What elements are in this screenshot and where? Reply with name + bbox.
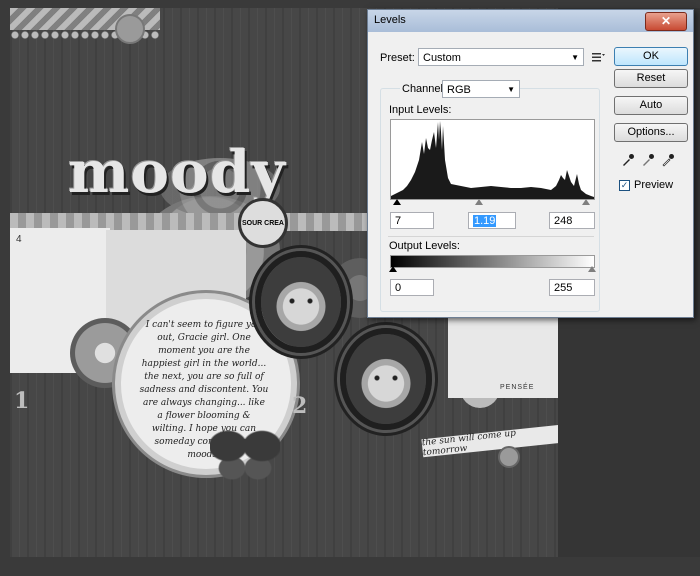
ok-button[interactable]: OK	[614, 47, 688, 66]
badge-text: SOUR CREA	[241, 219, 284, 227]
photo-detail	[289, 297, 313, 304]
chevron-down-icon: ▼	[507, 85, 515, 94]
close-icon: ✕	[660, 14, 672, 28]
output-black-slider[interactable]	[389, 266, 397, 272]
output-black-field[interactable]: 0	[390, 279, 434, 296]
black-eyedropper-icon[interactable]	[620, 152, 636, 168]
input-gamma-slider[interactable]	[475, 199, 483, 205]
input-levels-label: Input Levels:	[389, 104, 452, 116]
input-gamma-field[interactable]: 1.19	[468, 212, 516, 229]
auto-button[interactable]: Auto	[614, 96, 688, 115]
number-sticker: 1	[14, 388, 30, 414]
gray-eyedropper-icon[interactable]	[640, 152, 656, 168]
options-button[interactable]: Options...	[614, 123, 688, 142]
photo-detail	[374, 374, 398, 381]
preview-checkbox[interactable]: ✓	[619, 180, 630, 191]
levels-dialog[interactable]: Levels ✕ Preset: Custom ▼ OK Reset Auto …	[367, 9, 694, 318]
output-white-slider[interactable]	[588, 266, 596, 272]
output-black-value: 0	[395, 282, 402, 294]
input-white-field[interactable]: 248	[549, 212, 595, 229]
section-divider	[388, 236, 594, 237]
button-embellishment	[498, 446, 520, 468]
card-number: 4	[16, 234, 22, 245]
preset-select[interactable]: Custom ▼	[418, 48, 584, 66]
input-gamma-value: 1.19	[473, 215, 497, 227]
chevron-down-icon: ▼	[571, 53, 579, 62]
input-white-slider[interactable]	[582, 199, 590, 205]
channel-label: Channel:	[400, 83, 449, 95]
number-sticker: 2	[292, 393, 308, 419]
preset-options-icon[interactable]	[590, 49, 606, 65]
preset-value: Custom	[423, 52, 461, 64]
histogram-graph	[391, 121, 594, 199]
reset-button[interactable]: Reset	[614, 69, 688, 88]
channel-value: RGB	[447, 84, 471, 96]
decorative-button	[115, 14, 145, 44]
photo-frame	[340, 328, 432, 430]
card-caption: PENSÉE	[500, 384, 535, 391]
input-black-value: 7	[395, 215, 402, 227]
input-black-field[interactable]: 7	[390, 212, 434, 229]
dialog-titlebar[interactable]: Levels ✕	[368, 10, 693, 32]
preset-label: Preset:	[380, 52, 415, 64]
butterfly-embellishment	[210, 426, 280, 481]
channel-select[interactable]: RGB ▼	[442, 80, 520, 98]
title-word: moody	[68, 138, 286, 206]
output-levels-label: Output Levels:	[389, 240, 460, 252]
banner-label: the sun will come up tomorrow	[421, 424, 558, 458]
output-gradient-bar	[390, 255, 595, 268]
histogram	[390, 119, 595, 200]
ephemera-card: PENSÉE	[448, 308, 558, 398]
badge-sticker: SOUR CREA	[238, 198, 288, 248]
close-button[interactable]: ✕	[645, 12, 687, 31]
dialog-title: Levels	[374, 14, 406, 26]
preview-label: Preview	[634, 179, 674, 191]
photo-frame	[255, 251, 347, 353]
white-eyedropper-icon[interactable]	[660, 152, 676, 168]
output-white-field[interactable]: 255	[549, 279, 595, 296]
input-white-value: 248	[554, 215, 573, 227]
input-black-slider[interactable]	[393, 199, 401, 205]
output-white-value: 255	[554, 282, 573, 294]
